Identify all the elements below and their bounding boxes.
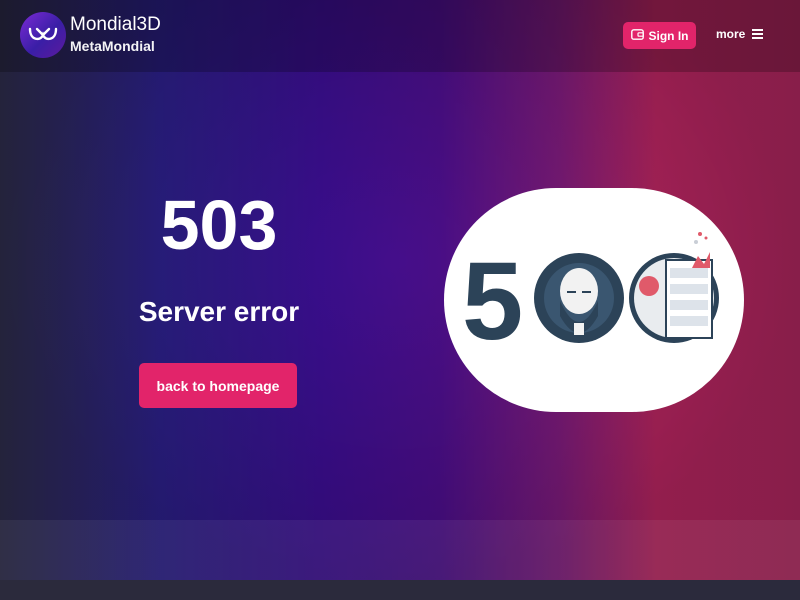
top-header: Mondial3D MetaMondial Sign In more bbox=[0, 0, 800, 72]
error-message: Server error bbox=[138, 296, 300, 327]
wallet-icon bbox=[630, 28, 644, 43]
footer-band bbox=[0, 520, 800, 580]
brand-title: Mondial3D bbox=[70, 14, 161, 35]
back-to-homepage-button[interactable]: back to homepage bbox=[139, 363, 297, 408]
server-error-illustration: 5 bbox=[444, 188, 744, 412]
error-code: 503 bbox=[160, 186, 278, 264]
bearded-face-icon bbox=[534, 253, 624, 343]
more-label: more bbox=[716, 27, 746, 41]
server-rack-icon bbox=[629, 232, 719, 343]
hamburger-icon bbox=[752, 27, 764, 41]
more-menu-button[interactable]: more bbox=[716, 27, 764, 41]
illustration-digit-five: 5 bbox=[462, 240, 523, 363]
mondial-logo-icon[interactable] bbox=[20, 12, 66, 58]
brand[interactable]: Mondial3D MetaMondial bbox=[70, 14, 161, 56]
sign-in-button[interactable]: Sign In bbox=[623, 22, 696, 49]
sign-in-label: Sign In bbox=[648, 28, 689, 43]
brand-subtitle: MetaMondial bbox=[70, 38, 155, 54]
